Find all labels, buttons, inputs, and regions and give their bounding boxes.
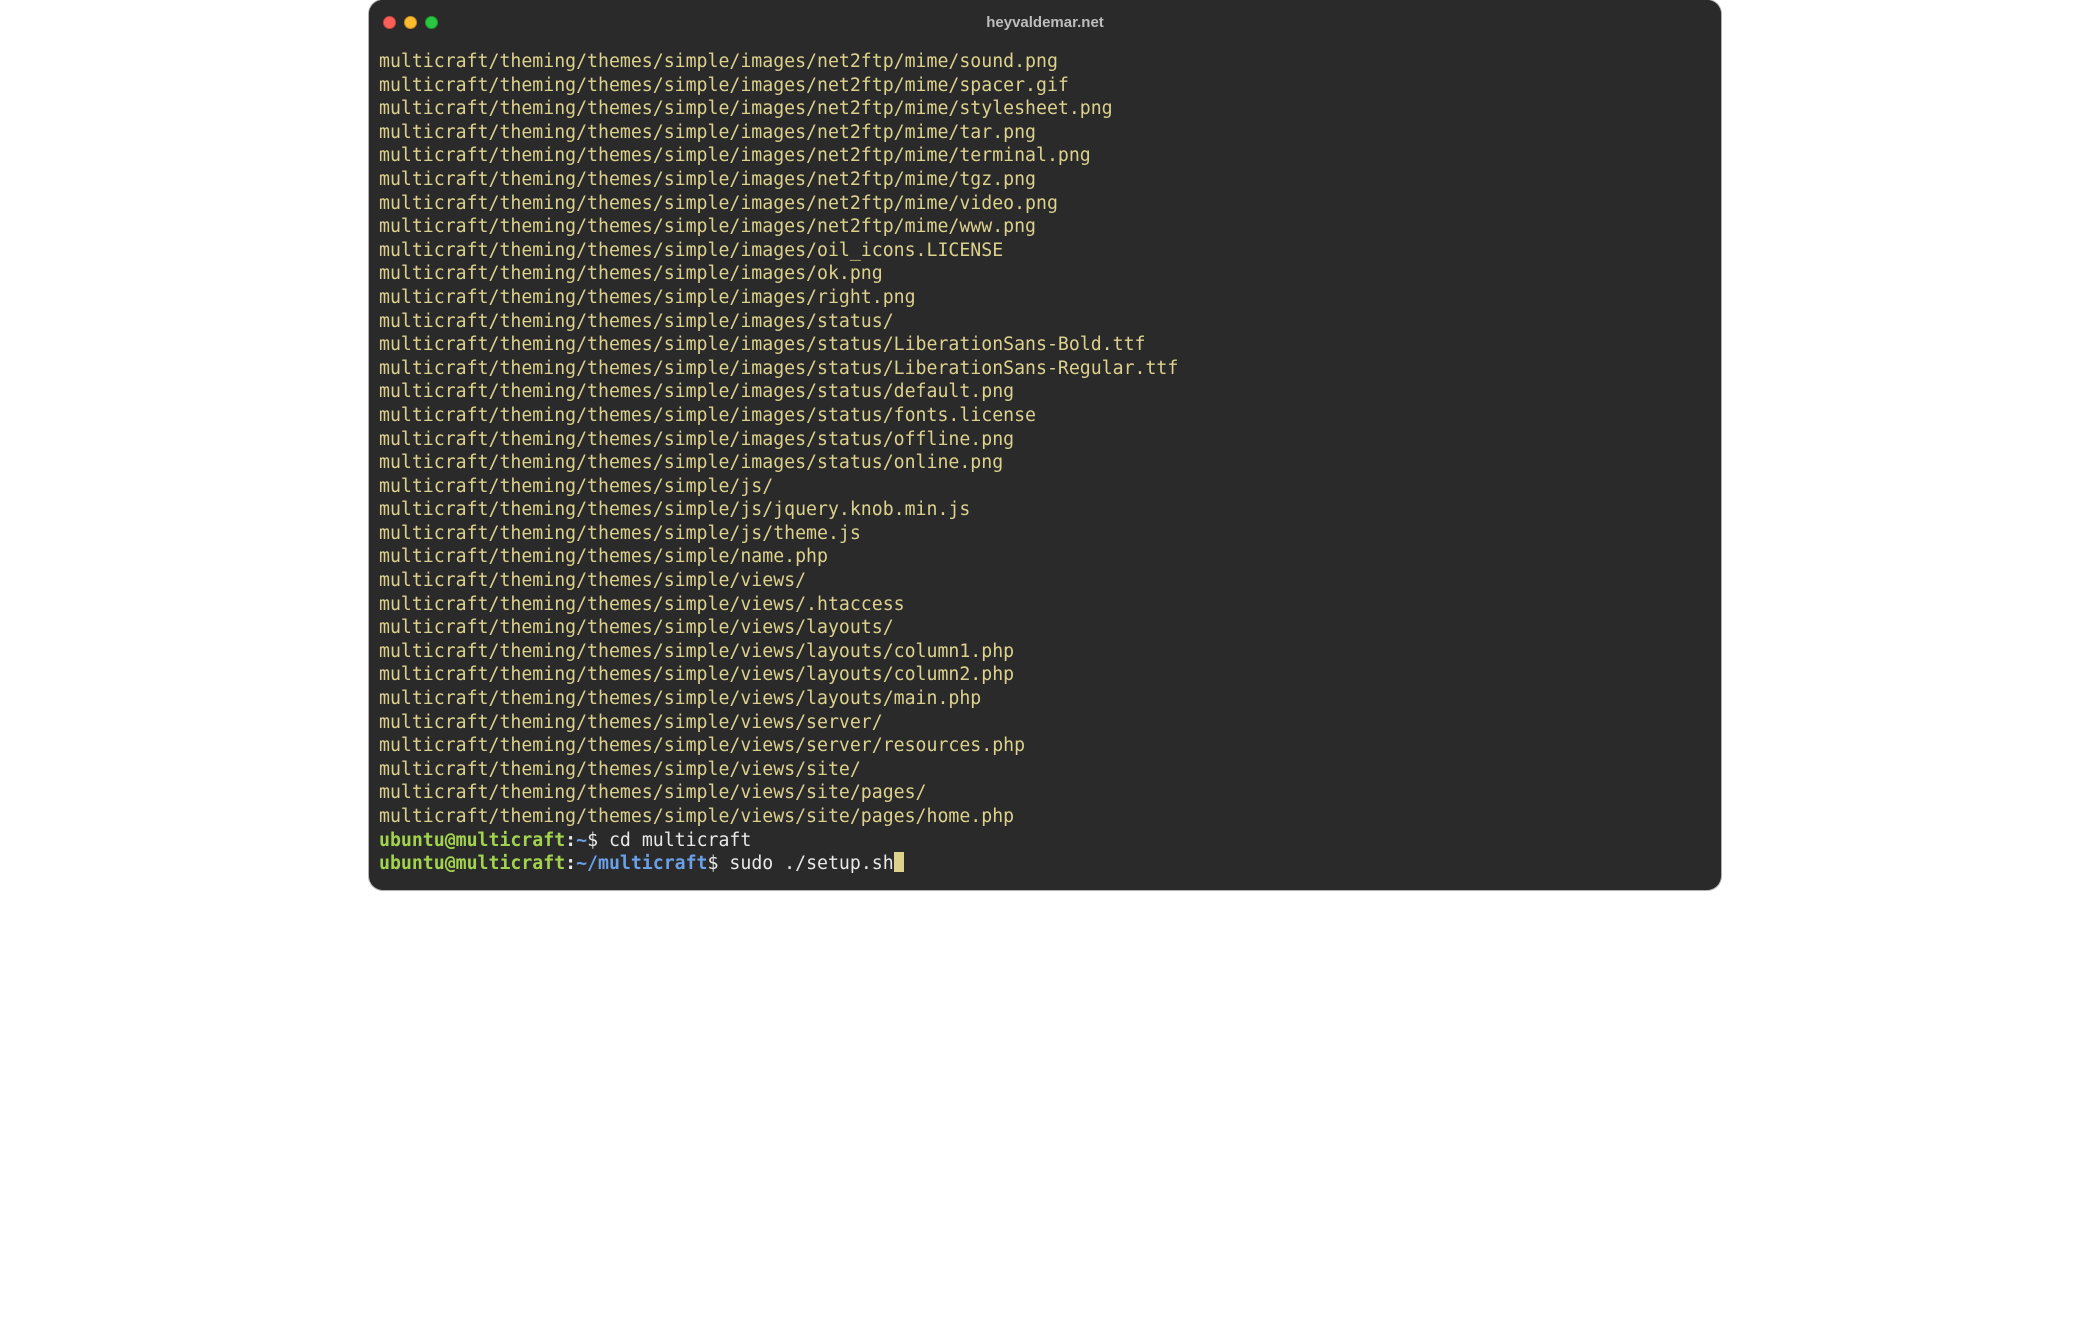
titlebar[interactable]: heyvaldemar.net [369, 0, 1721, 44]
prompt-dollar: $ [708, 853, 730, 874]
output-line: multicraft/theming/themes/simple/images/… [379, 286, 1711, 310]
output-line: multicraft/theming/themes/simple/views/ [379, 569, 1711, 593]
output-line: multicraft/theming/themes/simple/images/… [379, 144, 1711, 168]
output-line: multicraft/theming/themes/simple/views/s… [379, 711, 1711, 735]
prompt-line: ubuntu@multicraft:~/multicraft$ sudo ./s… [379, 852, 1711, 876]
output-line: multicraft/theming/themes/simple/images/… [379, 215, 1711, 239]
prompt-dollar: $ [587, 830, 609, 851]
prompt-line: ubuntu@multicraft:~$ cd multicraft [379, 829, 1711, 853]
window-controls [383, 16, 438, 29]
output-line: multicraft/theming/themes/simple/images/… [379, 451, 1711, 475]
output-line: multicraft/theming/themes/simple/name.ph… [379, 545, 1711, 569]
output-line: multicraft/theming/themes/simple/views/l… [379, 687, 1711, 711]
output-line: multicraft/theming/themes/simple/js/jque… [379, 498, 1711, 522]
output-line: multicraft/theming/themes/simple/views/l… [379, 663, 1711, 687]
output-line: multicraft/theming/themes/simple/images/… [379, 333, 1711, 357]
prompt-user: ubuntu [379, 830, 445, 851]
prompt-command: sudo ./setup.sh [729, 853, 893, 874]
output-line: multicraft/theming/themes/simple/images/… [379, 262, 1711, 286]
output-line: multicraft/theming/themes/simple/images/… [379, 192, 1711, 216]
output-line: multicraft/theming/themes/simple/images/… [379, 239, 1711, 263]
close-icon[interactable] [383, 16, 396, 29]
prompt-colon: : [565, 830, 576, 851]
output-line: multicraft/theming/themes/simple/views/.… [379, 593, 1711, 617]
terminal-window: heyvaldemar.net multicraft/theming/theme… [369, 0, 1721, 890]
output-line: multicraft/theming/themes/simple/js/them… [379, 522, 1711, 546]
output-line: multicraft/theming/themes/simple/images/… [379, 121, 1711, 145]
output-line: multicraft/theming/themes/simple/views/s… [379, 805, 1711, 829]
prompt-path: ~/multicraft [576, 853, 707, 874]
output-line: multicraft/theming/themes/simple/js/ [379, 475, 1711, 499]
prompt-command: cd multicraft [609, 830, 751, 851]
output-line: multicraft/theming/themes/simple/views/l… [379, 640, 1711, 664]
window-title: heyvaldemar.net [369, 14, 1721, 31]
output-line: multicraft/theming/themes/simple/images/… [379, 50, 1711, 74]
output-line: multicraft/theming/themes/simple/images/… [379, 74, 1711, 98]
output-line: multicraft/theming/themes/simple/images/… [379, 168, 1711, 192]
output-line: multicraft/theming/themes/simple/images/… [379, 380, 1711, 404]
output-line: multicraft/theming/themes/simple/images/… [379, 310, 1711, 334]
minimize-icon[interactable] [404, 16, 417, 29]
output-line: multicraft/theming/themes/simple/views/l… [379, 616, 1711, 640]
prompt-user: ubuntu [379, 853, 445, 874]
prompt-host: multicraft [456, 830, 566, 851]
output-line: multicraft/theming/themes/simple/views/s… [379, 781, 1711, 805]
terminal-body[interactable]: multicraft/theming/themes/simple/images/… [369, 44, 1721, 890]
prompt-host: multicraft [456, 853, 566, 874]
maximize-icon[interactable] [425, 16, 438, 29]
cursor-icon [894, 852, 904, 872]
prompt-path: ~ [576, 830, 587, 851]
output-line: multicraft/theming/themes/simple/images/… [379, 357, 1711, 381]
output-line: multicraft/theming/themes/simple/views/s… [379, 734, 1711, 758]
prompt-colon: : [565, 853, 576, 874]
prompt-at: @ [445, 853, 456, 874]
output-line: multicraft/theming/themes/simple/images/… [379, 428, 1711, 452]
output-line: multicraft/theming/themes/simple/images/… [379, 97, 1711, 121]
prompt-at: @ [445, 830, 456, 851]
output-line: multicraft/theming/themes/simple/images/… [379, 404, 1711, 428]
output-line: multicraft/theming/themes/simple/views/s… [379, 758, 1711, 782]
